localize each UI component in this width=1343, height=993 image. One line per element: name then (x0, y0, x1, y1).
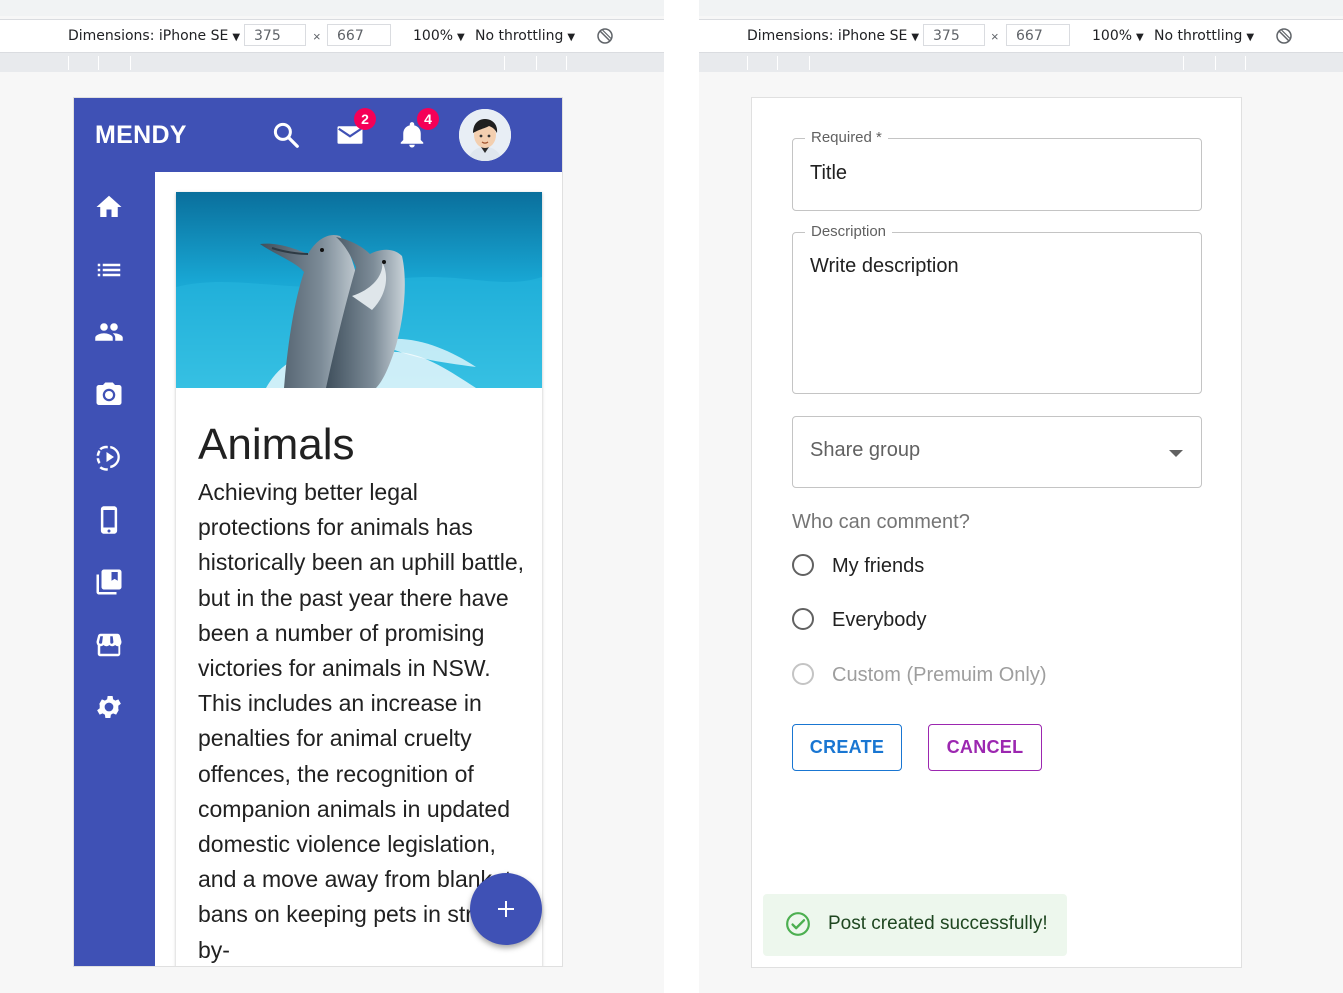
title-field-label: Required * (805, 129, 888, 146)
radio-unchecked-icon (792, 554, 814, 576)
dimensions-label: Dimensions: iPhone SE (747, 28, 908, 44)
rotate-icon[interactable] (596, 27, 614, 45)
sidebar (74, 172, 155, 966)
rotate-icon[interactable] (1275, 27, 1293, 45)
width-input[interactable]: 375 (244, 24, 306, 46)
height-input[interactable]: 667 (327, 24, 391, 46)
settings-icon[interactable] (94, 692, 124, 722)
search-icon[interactable] (271, 120, 301, 150)
radio-label: My friends (832, 555, 925, 577)
dimensions-label: Dimensions: iPhone SE (68, 28, 229, 44)
success-toast: Post created successfully! (763, 894, 1067, 956)
dropdown-arrow-icon: ▼ (1246, 32, 1255, 43)
dimensions-dropdown[interactable]: Dimensions: iPhone SE ▼ (68, 20, 240, 52)
plus-icon (498, 901, 514, 917)
media-query-ruler (0, 53, 664, 72)
post-card[interactable]: Animals Achieving better legal protectio… (176, 192, 542, 966)
device-toolbar: Dimensions: iPhone SE ▼ 375 × 667 100% ▼ N… (699, 19, 1343, 53)
comment-permission-label: Who can comment? (792, 511, 970, 533)
storefront-icon[interactable] (94, 630, 124, 660)
devtools-top-strip (0, 0, 664, 16)
dimension-separator: × (313, 29, 321, 44)
mail-badge: 2 (354, 108, 376, 130)
description-textarea[interactable]: Write description (810, 255, 959, 278)
throttling-dropdown[interactable]: No throttling ▼ (1154, 20, 1254, 52)
library-books-icon[interactable] (94, 567, 124, 597)
mail-button[interactable]: 2 (334, 108, 376, 150)
title-field[interactable]: Required * Title (792, 129, 1202, 211)
dropdown-arrow-icon: ▼ (911, 32, 920, 43)
zoom-dropdown[interactable]: 100% ▼ (1092, 20, 1144, 52)
dropdown-arrow-icon: ▼ (1136, 32, 1144, 43)
card-title: Animals (198, 420, 355, 469)
radio-label: Custom (Premuim Only) (832, 664, 1047, 686)
share-group-placeholder: Share group (810, 439, 921, 461)
phone-icon[interactable] (94, 505, 124, 535)
radio-label: Everybody (832, 609, 927, 631)
dolphin-image (176, 192, 542, 388)
dimensions-dropdown[interactable]: Dimensions: iPhone SE ▼ (747, 20, 919, 52)
camera-icon[interactable] (94, 380, 124, 410)
throttling-label: No throttling (1154, 28, 1243, 44)
avatar[interactable] (459, 109, 511, 161)
toast-message: Post created successfully! (828, 913, 1048, 934)
left-devtools-pane: Dimensions: iPhone SE ▼ 375 × 667 100% ▼ N… (0, 0, 664, 993)
radio-unchecked-icon (792, 663, 814, 685)
dimension-separator: × (991, 29, 999, 44)
height-input[interactable]: 667 (1006, 24, 1070, 46)
app-bar: MENDY 2 4 (74, 98, 562, 172)
home-icon[interactable] (94, 192, 124, 222)
width-input[interactable]: 375 (923, 24, 985, 46)
add-post-fab[interactable] (470, 873, 542, 945)
avatar-image (459, 109, 511, 161)
card-image (176, 192, 542, 388)
zoom-label: 100% (413, 28, 454, 44)
slow-motion-video-icon[interactable] (94, 442, 124, 472)
create-post-form: Required * Title Description Write descr… (751, 97, 1242, 968)
radio-unchecked-icon (792, 608, 814, 630)
check-circle-icon (786, 912, 810, 936)
throttling-label: No throttling (475, 28, 564, 44)
dropdown-arrow-icon: ▼ (457, 32, 465, 43)
dropdown-arrow-icon: ▼ (567, 32, 576, 43)
dropdown-arrow-icon (1169, 450, 1183, 457)
throttling-dropdown[interactable]: No throttling ▼ (475, 20, 575, 52)
description-field-label: Description (805, 223, 893, 240)
notifications-button[interactable]: 4 (397, 108, 439, 150)
cancel-button[interactable]: CANCEL (928, 724, 1042, 771)
devtools-top-strip (699, 0, 1343, 16)
app-brand[interactable]: MENDY (95, 98, 187, 172)
list-icon[interactable] (94, 255, 124, 285)
description-field[interactable]: Description Write description (792, 223, 1202, 394)
title-input[interactable]: Title (810, 162, 847, 185)
zoom-label: 100% (1092, 28, 1133, 44)
share-group-select[interactable]: Share group (792, 416, 1202, 488)
people-icon[interactable] (94, 317, 124, 347)
media-query-ruler (699, 53, 1343, 72)
mobile-viewport: MENDY 2 4 Animals Achieving better legal… (73, 97, 563, 967)
create-button[interactable]: CREATE (792, 724, 902, 771)
zoom-dropdown[interactable]: 100% ▼ (413, 20, 465, 52)
notification-badge: 4 (417, 108, 439, 130)
device-toolbar: Dimensions: iPhone SE ▼ 375 × 667 100% ▼ N… (0, 19, 664, 53)
dropdown-arrow-icon: ▼ (232, 32, 241, 43)
right-devtools-pane: Dimensions: iPhone SE ▼ 375 × 667 100% ▼ N… (699, 0, 1343, 993)
